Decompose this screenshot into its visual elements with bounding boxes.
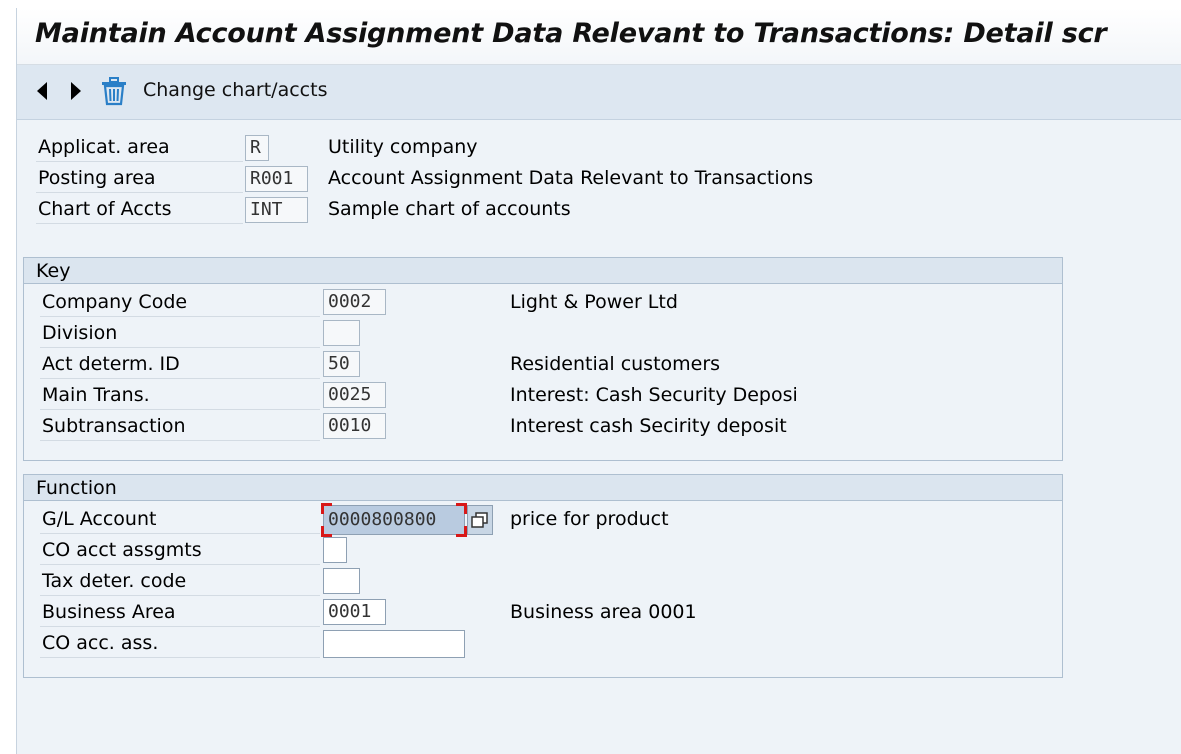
- application-toolbar: Change chart/accts: [17, 65, 1181, 120]
- trash-icon[interactable]: [99, 76, 129, 106]
- divider: [40, 409, 320, 410]
- posting-area-label: Posting area: [38, 167, 156, 189]
- business-area-field[interactable]: 0001: [323, 599, 386, 625]
- triangle-left-icon[interactable]: [35, 81, 49, 101]
- act-determ-id-description: Residential customers: [510, 353, 721, 375]
- tax-deter-code-label: Tax deter. code: [42, 570, 187, 592]
- business-area-description: Business area 0001: [510, 601, 697, 623]
- gl-account-label: G/L Account: [42, 508, 157, 530]
- change-chart-accts-button[interactable]: Change chart/accts: [143, 79, 327, 101]
- company-code-label: Company Code: [42, 291, 188, 313]
- posting-area-field: R001: [245, 166, 308, 192]
- divider: [36, 161, 243, 162]
- gl-account-field[interactable]: 0000800800: [321, 503, 467, 537]
- co-acc-ass-label: CO acc. ass.: [42, 632, 159, 654]
- gl-account-value: 0000800800: [328, 509, 437, 530]
- tax-deter-code-field[interactable]: [323, 568, 360, 594]
- chart-of-accts-field: INT: [245, 197, 308, 223]
- divider: [40, 564, 320, 565]
- divider: [40, 316, 320, 317]
- divider: [40, 626, 320, 627]
- divider: [40, 347, 320, 348]
- focus-corner: [456, 503, 467, 514]
- divider: [40, 440, 320, 441]
- co-acc-ass-field[interactable]: [323, 630, 465, 658]
- applicat-area-label: Applicat. area: [38, 136, 170, 158]
- main-trans-field: 0025: [323, 382, 386, 408]
- focus-corner: [321, 503, 332, 514]
- chart-of-accts-label: Chart of Accts: [38, 198, 172, 220]
- co-acct-assgmts-label: CO acct assgmts: [42, 539, 202, 561]
- gl-account-description: price for product: [510, 508, 669, 530]
- divider: [36, 223, 243, 224]
- divider: [40, 595, 320, 596]
- main-trans-label: Main Trans.: [42, 384, 150, 406]
- subtransaction-description: Interest cash Secirity deposit: [510, 415, 787, 437]
- sap-window: Maintain Account Assignment Data Relevan…: [16, 8, 1181, 754]
- divider: [40, 533, 320, 534]
- screen-title: Maintain Account Assignment Data Relevan…: [35, 18, 1107, 49]
- divider: [40, 378, 320, 379]
- business-area-label: Business Area: [42, 601, 176, 623]
- subtransaction-field: 0010: [323, 413, 386, 439]
- left-margin: [0, 0, 16, 754]
- applicat-area-field: R: [245, 135, 269, 161]
- chart-of-accts-description: Sample chart of accounts: [328, 198, 571, 220]
- value-help-icon[interactable]: [467, 505, 493, 535]
- focus-corner: [321, 526, 332, 537]
- subtransaction-label: Subtransaction: [42, 415, 186, 437]
- main-trans-description: Interest: Cash Security Deposi: [510, 384, 798, 406]
- title-bar: Maintain Account Assignment Data Relevan…: [17, 8, 1181, 65]
- key-group-title: Key: [24, 258, 1062, 284]
- act-determ-id-label: Act determ. ID: [42, 353, 180, 375]
- divider: [40, 657, 320, 658]
- divider: [36, 192, 243, 193]
- posting-area-description: Account Assignment Data Relevant to Tran…: [328, 167, 814, 189]
- focus-corner: [456, 526, 467, 537]
- division-label: Division: [42, 322, 118, 344]
- division-field: [323, 320, 360, 346]
- co-acct-assgmts-field[interactable]: [323, 537, 347, 563]
- triangle-right-icon[interactable]: [69, 81, 83, 101]
- function-group-title: Function: [24, 475, 1062, 501]
- applicat-area-description: Utility company: [328, 136, 478, 158]
- company-code-field: 0002: [323, 289, 386, 315]
- act-determ-id-field: 50: [323, 351, 360, 377]
- company-code-description: Light & Power Ltd: [510, 291, 678, 313]
